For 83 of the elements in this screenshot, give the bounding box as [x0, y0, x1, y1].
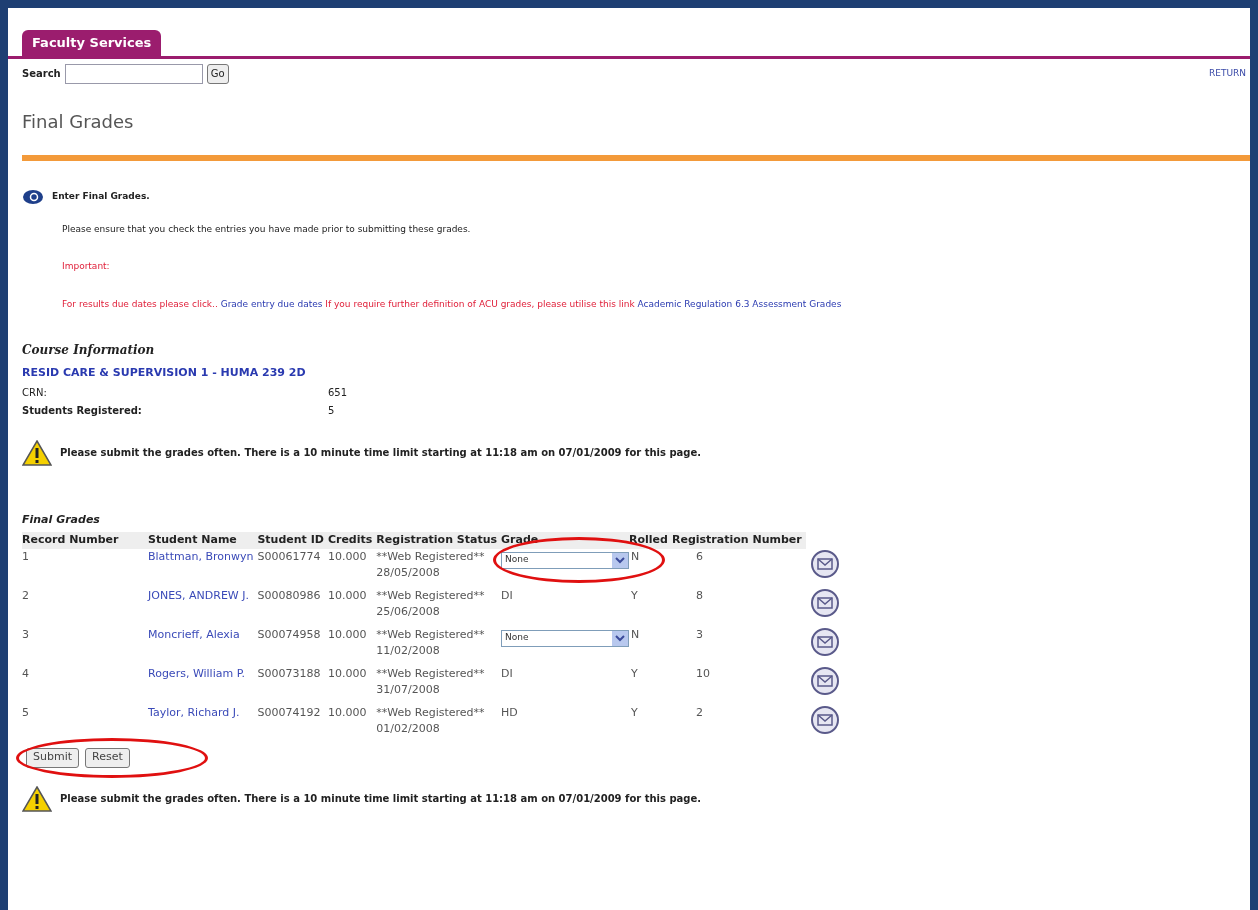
student-id: S00061774 — [257, 549, 321, 563]
field-label: CRN: — [22, 385, 48, 400]
record-number: 1 — [22, 549, 29, 563]
registration-number: 10 — [695, 666, 710, 680]
column-header: Registration Number — [671, 532, 806, 549]
go-button[interactable]: Go — [206, 63, 229, 84]
credits: 10.000 — [327, 549, 367, 563]
column-header: Record Number — [22, 532, 148, 549]
search-label: Search — [22, 67, 61, 81]
registration-number: 8 — [695, 588, 703, 602]
info-icon — [22, 188, 44, 205]
registration-number: 6 — [695, 549, 703, 563]
envelope-icon[interactable] — [809, 587, 840, 618]
field-value: 651 — [328, 385, 348, 400]
registration-number: 3 — [695, 627, 703, 641]
column-header: Credits — [327, 532, 377, 549]
faculty-services-tab[interactable]: Faculty Services — [22, 30, 162, 56]
page-title: Final Grades — [21, 109, 135, 134]
course-info-heading: Course Information — [22, 342, 156, 359]
credits: 10.000 — [327, 627, 367, 641]
grade-value: DI — [501, 588, 513, 602]
credits: 10.000 — [327, 705, 367, 719]
warning-text: Please submit the grades often. There is a 10 minute time limit starting at 11:18 am on 07/01/2009 for this page. — [60, 446, 702, 460]
credits: 10.000 — [327, 588, 367, 602]
student-name-link[interactable]: Rogers, William P. — [148, 666, 246, 680]
rolled-value: N — [631, 549, 640, 563]
return-link[interactable]: RETURN — [1209, 66, 1246, 81]
envelope-icon[interactable] — [809, 548, 840, 579]
grade-dropdown[interactable]: None — [501, 551, 630, 569]
field-value: 5 — [328, 403, 335, 418]
grade-value: HD — [501, 705, 518, 719]
notice-link[interactable]: Grade entry due dates — [220, 298, 326, 309]
record-number: 2 — [22, 588, 29, 602]
registration-date: 25/06/2008 — [376, 604, 441, 620]
warning-icon — [22, 439, 52, 466]
student-name-link[interactable]: JONES, ANDREW J. — [148, 588, 249, 602]
registration-date: 01/02/2008 — [376, 721, 441, 737]
field-label: Students Registered: — [22, 403, 143, 418]
registration-number: 2 — [695, 705, 703, 719]
info-text: Please ensure that you check the entries you have made prior to submitting these grades. — [62, 222, 472, 236]
rolled-value: N — [631, 627, 640, 641]
envelope-icon[interactable] — [809, 665, 840, 696]
envelope-icon[interactable] — [809, 626, 840, 657]
rolled-value: Y — [631, 705, 638, 719]
rolled-value: Y — [631, 666, 638, 680]
credits: 10.000 — [327, 666, 367, 680]
student-name-link[interactable]: Blattman, Bronwyn — [148, 549, 254, 563]
final-grades-heading: Final Grades — [22, 511, 101, 528]
warning-text: Please submit the grades often. There is a 10 minute time limit starting at 11:18 am on 07/01/2009 for this page. — [60, 792, 702, 806]
registration-status: **Web Registered** — [376, 704, 486, 721]
column-header: Student ID — [257, 532, 328, 549]
grade-value: DI — [501, 666, 513, 680]
important-label: Important: — [62, 260, 111, 273]
registration-status: **Web Registered** — [376, 587, 486, 604]
student-id: S00074192 — [257, 705, 321, 719]
record-number: 3 — [22, 627, 29, 641]
student-name-link[interactable]: Taylor, Richard J. — [148, 705, 240, 719]
registration-date: 28/05/2008 — [376, 565, 441, 581]
warning-icon — [22, 785, 52, 812]
column-header: Rolled — [629, 532, 672, 549]
record-number: 4 — [22, 666, 29, 680]
registration-date: 11/02/2008 — [376, 643, 441, 659]
rolled-value: Y — [631, 588, 638, 602]
student-id: S00074958 — [257, 627, 321, 641]
student-id: S00073188 — [257, 666, 321, 680]
reset-button[interactable]: Reset — [85, 747, 130, 768]
info-heading: Enter Final Grades. — [52, 189, 150, 203]
grade-dropdown[interactable]: None — [501, 629, 630, 647]
column-header: Student Name — [148, 532, 258, 549]
student-id: S00080986 — [257, 588, 321, 602]
registration-status: **Web Registered** — [376, 548, 486, 565]
search-field[interactable] — [64, 63, 203, 84]
record-number: 5 — [22, 705, 29, 719]
envelope-icon[interactable] — [809, 704, 840, 735]
registration-status: **Web Registered** — [376, 626, 486, 643]
registration-date: 31/07/2008 — [376, 682, 441, 698]
submit-button[interactable]: Submit — [26, 747, 80, 768]
due-dates-notice: For results due dates please click.. Grade entry due dates If you require further definition of ACU grades, please utilise this link Academic Regulation 6.3 Assessment Grades — [62, 297, 843, 311]
student-name-link[interactable]: Moncrieff, Alexia — [148, 627, 240, 641]
column-header: Registration Status — [376, 532, 502, 549]
course-title-link[interactable]: RESID CARE & SUPERVISION 1 - HUMA 239 2D — [22, 365, 1250, 382]
registration-status: **Web Registered** — [376, 665, 486, 682]
notice-link[interactable]: Academic Regulation 6.3 Assessment Grades — [637, 298, 842, 309]
